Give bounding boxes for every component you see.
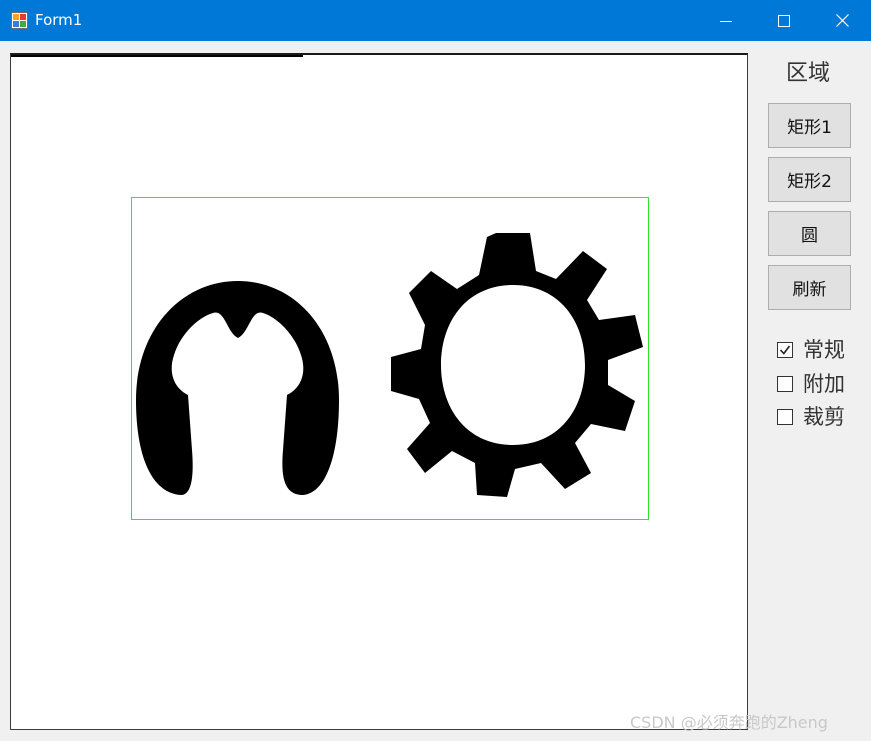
maximize-icon — [778, 14, 790, 27]
checkbox-crop[interactable]: 裁剪 — [777, 403, 845, 431]
gear-shape — [391, 233, 643, 497]
maximize-button[interactable] — [755, 0, 813, 41]
check-mark-icon — [779, 345, 791, 355]
rect1-button[interactable]: 矩形1 — [768, 103, 851, 148]
checkbox-crop-label: 裁剪 — [803, 405, 845, 429]
region-label: 区域 — [785, 61, 830, 86]
picture-box[interactable] — [10, 53, 748, 730]
title-bar[interactable]: Form1 — [0, 0, 871, 41]
checkbox-additional[interactable]: 附加 — [777, 370, 845, 398]
main-window: Form1 区域 矩形1 矩形2 圆 刷新 常规 附加 裁剪 CSDN @必须奔… — [0, 0, 871, 741]
close-icon — [835, 14, 849, 27]
checkbox-additional-box[interactable] — [777, 376, 793, 392]
checkbox-normal-box[interactable] — [777, 342, 793, 358]
watermark-text: CSDN @必须奔跑的Zheng — [630, 713, 828, 732]
e-clip-shape — [136, 281, 339, 495]
minimize-icon — [720, 20, 732, 22]
rect2-button[interactable]: 矩形2 — [768, 157, 851, 202]
refresh-button[interactable]: 刷新 — [768, 265, 851, 310]
checkbox-crop-box[interactable] — [777, 409, 793, 425]
checkbox-normal-label: 常规 — [803, 338, 845, 362]
minimize-button[interactable] — [697, 0, 755, 41]
close-button[interactable] — [813, 0, 871, 41]
form-app-icon — [11, 12, 28, 29]
shapes-canvas — [136, 233, 643, 497]
checkbox-additional-label: 附加 — [803, 372, 845, 396]
window-title: Form1 — [35, 11, 83, 29]
circle-button[interactable]: 圆 — [768, 211, 851, 256]
checkbox-normal[interactable]: 常规 — [777, 336, 845, 364]
